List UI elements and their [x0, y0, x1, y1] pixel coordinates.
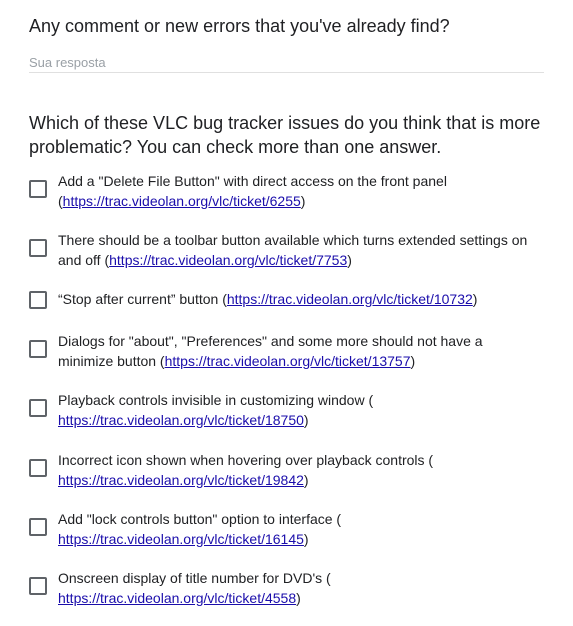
issue-option-4558[interactable]: Onscreen display of title number for DVD…: [29, 569, 528, 608]
comment-answer-input[interactable]: [29, 52, 544, 73]
ticket-link[interactable]: https://trac.videolan.org/vlc/ticket/775…: [109, 252, 347, 268]
ticket-link[interactable]: https://trac.videolan.org/vlc/ticket/455…: [58, 590, 296, 606]
ticket-link[interactable]: https://trac.videolan.org/vlc/ticket/198…: [58, 472, 304, 488]
issue-option-19842[interactable]: Incorrect icon shown when hovering over …: [29, 451, 528, 490]
checkbox[interactable]: [29, 340, 47, 358]
question-comment-title: Any comment or new errors that you've al…: [29, 16, 450, 36]
checkbox[interactable]: [29, 399, 47, 417]
option-label: Add a "Delete File Button" with direct a…: [58, 173, 447, 209]
question-issues-title: Which of these VLC bug tracker issues do…: [29, 113, 541, 157]
option-label: “Stop after current” button (https://tra…: [58, 291, 478, 307]
checkbox[interactable]: [29, 291, 47, 309]
issue-option-16145[interactable]: Add "lock controls button" option to int…: [29, 510, 528, 549]
ticket-link[interactable]: https://trac.videolan.org/vlc/ticket/187…: [58, 412, 304, 428]
option-label: Dialogs for "about", "Preferences" and s…: [58, 333, 483, 369]
checkbox[interactable]: [29, 180, 47, 198]
issue-option-7753[interactable]: There should be a toolbar button availab…: [29, 231, 528, 270]
ticket-link[interactable]: https://trac.videolan.org/vlc/ticket/161…: [58, 531, 304, 547]
checkbox[interactable]: [29, 239, 47, 257]
option-label: Add "lock controls button" option to int…: [58, 511, 342, 547]
option-label: There should be a toolbar button availab…: [58, 232, 528, 268]
ticket-link[interactable]: https://trac.videolan.org/vlc/ticket/137…: [165, 353, 411, 369]
issue-option-13757[interactable]: Dialogs for "about", "Preferences" and s…: [29, 332, 528, 371]
ticket-link[interactable]: https://trac.videolan.org/vlc/ticket/107…: [227, 291, 473, 307]
checkbox[interactable]: [29, 577, 47, 595]
checkbox[interactable]: [29, 459, 47, 477]
option-label: Incorrect icon shown when hovering over …: [58, 452, 434, 488]
option-label: Playback controls invisible in customizi…: [58, 392, 374, 428]
ticket-link[interactable]: https://trac.videolan.org/vlc/ticket/625…: [63, 193, 301, 209]
issue-option-6255[interactable]: Add a "Delete File Button" with direct a…: [29, 172, 528, 211]
option-label: Onscreen display of title number for DVD…: [58, 570, 331, 606]
issue-option-18750[interactable]: Playback controls invisible in customizi…: [29, 391, 528, 430]
issue-option-10732[interactable]: “Stop after current” button (https://tra…: [29, 290, 528, 310]
checkbox[interactable]: [29, 518, 47, 536]
